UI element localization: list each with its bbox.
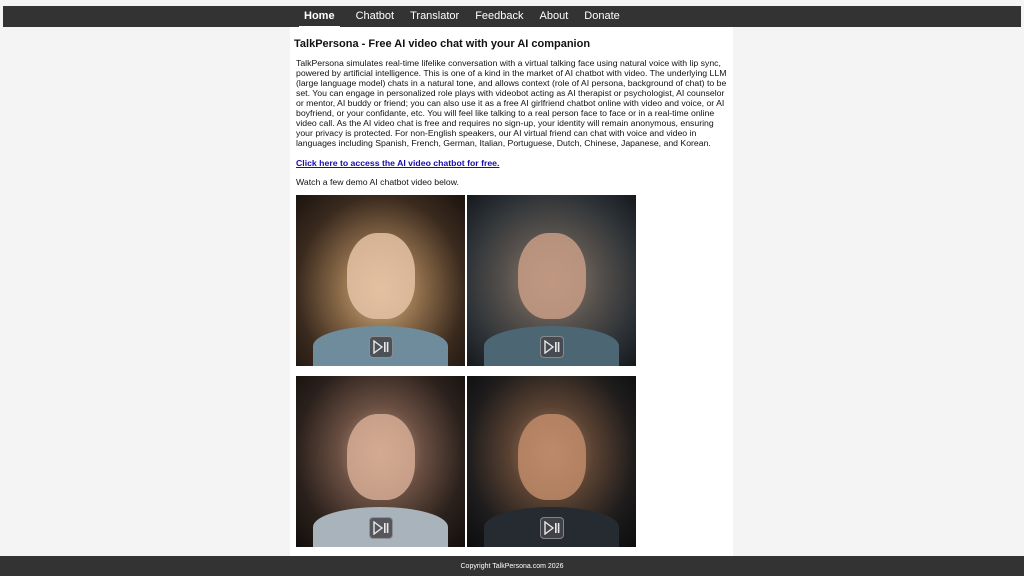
play-pause-icon[interactable] — [539, 517, 564, 539]
demo-video-2[interactable] — [467, 195, 636, 366]
demo-video-4[interactable] — [467, 376, 636, 547]
demo-video-1[interactable] — [296, 195, 465, 366]
nav-menu: Home Chatbot Translator Feedback About D… — [291, 6, 628, 28]
demo-note: Watch a few demo AI chatbot video below. — [296, 177, 459, 187]
play-pause-icon[interactable] — [539, 336, 564, 358]
demo-video-3[interactable] — [296, 376, 465, 547]
nav-item-donate[interactable]: Donate — [584, 6, 619, 27]
top-navbar: Home Chatbot Translator Feedback About D… — [3, 6, 1021, 28]
play-pause-icon[interactable] — [368, 517, 393, 539]
nav-item-translator[interactable]: Translator — [410, 6, 459, 27]
page-title: TalkPersona - Free AI video chat with yo… — [294, 38, 591, 50]
intro-paragraph: TalkPersona simulates real-time lifelike… — [296, 58, 727, 148]
nav-item-home[interactable]: Home — [299, 7, 340, 28]
nav-item-chatbot[interactable]: Chatbot — [356, 6, 395, 27]
main-content: TalkPersona - Free AI video chat with yo… — [290, 27, 733, 556]
demo-video-grid — [296, 195, 636, 547]
video-face — [517, 413, 586, 500]
copyright-text: Copyright TalkPersona.com 2026 — [460, 562, 564, 570]
video-face — [517, 232, 586, 319]
footer: Copyright TalkPersona.com 2026 — [0, 556, 1024, 576]
video-face — [346, 232, 415, 319]
nav-item-feedback[interactable]: Feedback — [475, 6, 523, 27]
video-face — [346, 413, 415, 500]
play-pause-icon[interactable] — [368, 336, 393, 358]
chatbot-access-link[interactable]: Click here to access the AI video chatbo… — [296, 158, 499, 168]
nav-item-about[interactable]: About — [540, 6, 569, 27]
